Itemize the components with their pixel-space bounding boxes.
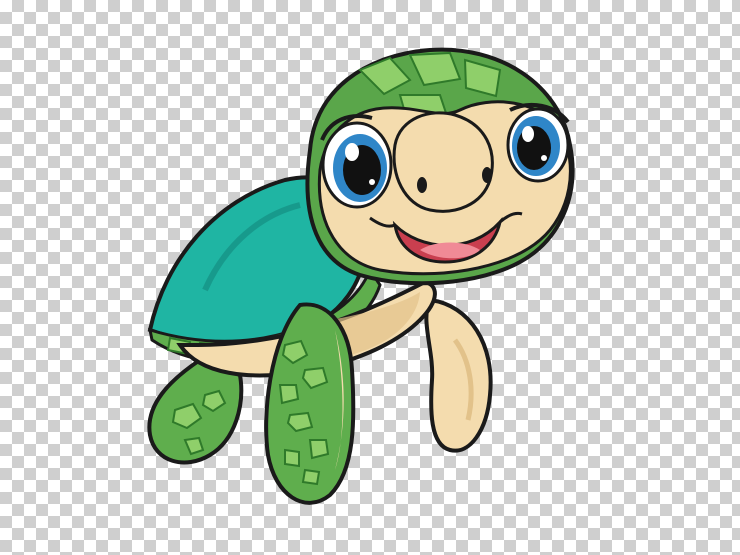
nostril-right: [482, 167, 492, 183]
turtle-illustration: [147, 47, 575, 505]
nostril-left: [417, 177, 427, 193]
right-flipper: [424, 297, 493, 453]
checkerboard-background: [0, 0, 740, 555]
turtle-head: [305, 47, 575, 286]
back-left-flipper: [147, 357, 244, 465]
